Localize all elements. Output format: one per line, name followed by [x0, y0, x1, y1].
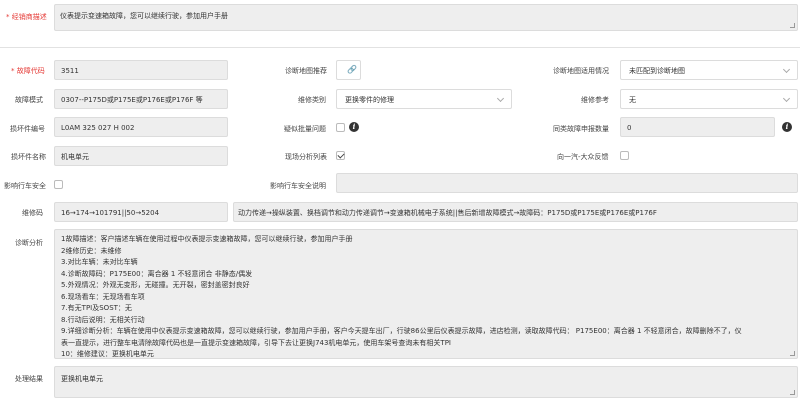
section-divider — [0, 47, 800, 48]
diagnosis-line: 1故障描述：客户描述车辆在使用过程中仪表提示变速箱故障，您可以继续行驶，参加用户… — [61, 235, 353, 243]
safety-desc-field[interactable] — [336, 173, 798, 193]
onsite-analysis-label: 现场分析列表 — [285, 153, 327, 161]
same-fault-count-value: 0 — [627, 124, 632, 132]
safety-desc-label: 影响行车安全说明 — [270, 182, 326, 190]
repair-type-label: 维修类别 — [298, 96, 326, 104]
damaged-part-no-value: L0AM 325 027 H 002 — [61, 124, 135, 132]
onsite-analysis-checkbox[interactable] — [336, 151, 345, 160]
diagnosis-line: 10：维修建议：更换机电单元 — [61, 350, 154, 358]
repair-ref-value: 无 — [629, 96, 636, 104]
fault-code-value: 3511 — [61, 67, 79, 75]
faw-vw-feedback-checkbox[interactable] — [620, 151, 629, 160]
diagnosis-line: 5.外观情况：外观无变形，无碰撞。无开裂，密封盖密封良好 — [61, 281, 250, 289]
result-value: 更换机电单元 — [61, 375, 103, 383]
fault-mode-value: 0307--P175D或P175E或P176E或P176F 等 — [61, 96, 203, 104]
chevron-down-icon — [782, 94, 791, 103]
repair-code-path-value: 动力传递→操纵装置、换档调节和动力传递调节→变速箱机械电子系统||售后新增故障模… — [238, 209, 657, 217]
diagnosis-line: 3.对比车辆：未对比车辆 — [61, 258, 138, 266]
fault-mode-label: 故障模式 — [15, 96, 43, 104]
result-label: 处理结果 — [15, 375, 43, 383]
info-icon[interactable]: i — [349, 122, 359, 132]
repair-code-label: 维修码 — [22, 209, 43, 217]
same-fault-count-label: 同类故障申报数量 — [553, 125, 609, 133]
faw-vw-feedback-label: 向一汽-大众反馈 — [557, 153, 609, 161]
diagnosis-line: 7.有无TPI及SOST：无 — [61, 304, 132, 312]
damaged-part-no-label: 损坏件编号 — [10, 125, 45, 133]
diagnosis-line: 8.行动后说明：无相关行动 — [61, 315, 145, 324]
repair-ref-select[interactable]: 无 — [620, 89, 798, 109]
fault-code-field[interactable] — [54, 60, 228, 80]
chevron-down-icon — [782, 65, 791, 74]
damaged-part-name-value: 机电单元 — [61, 153, 89, 161]
diag-map-recommend-label: 诊断地图推荐 — [285, 67, 327, 75]
diagnosis-line: 4.诊断故障码：P175E00：离合器 1 不轻意闭合 非静态/偶发 — [61, 269, 253, 278]
diag-map-status-value: 未匹配到诊断地图 — [629, 67, 685, 75]
resize-handle-icon[interactable] — [790, 351, 795, 356]
diagnosis-label: 诊断分析 — [15, 239, 43, 247]
repair-type-select[interactable]: 更换零件的修理 — [336, 89, 512, 109]
diagnosis-line: 6.现场看车：无现场看车项 — [61, 292, 145, 301]
diagnosis-text: 1故障描述：客户描述车辆在使用过程中仪表提示变速箱故障，您可以继续行驶，参加用户… — [61, 234, 742, 361]
damaged-part-name-label: 损坏件名称 — [11, 153, 46, 161]
diag-map-status-label: 诊断地图适用情况 — [553, 67, 609, 75]
safety-impact-checkbox[interactable] — [54, 180, 63, 189]
repair-ref-label: 维修参考 — [581, 96, 609, 104]
result-textarea[interactable] — [54, 366, 798, 398]
info-icon[interactable]: i — [782, 122, 792, 132]
resize-handle-icon[interactable] — [790, 23, 795, 28]
diag-map-link-button[interactable]: 🔗 — [336, 60, 361, 80]
fault-code-label: * 故障代码 — [11, 67, 45, 75]
diagnosis-line: 表一直提示，进行整车电清除故障代码也是一直提示变速箱故障，引导下去让更换J743… — [61, 338, 451, 347]
resize-handle-icon[interactable] — [790, 390, 795, 395]
dealer-desc-value: 仪表提示变速箱故障，您可以继续行驶，参加用户手册 — [60, 12, 228, 20]
same-fault-count-field[interactable] — [620, 117, 775, 137]
chevron-down-icon — [496, 94, 505, 103]
suspected-batch-checkbox[interactable] — [336, 123, 345, 132]
diagnosis-line: 2维修历史：未维修 — [61, 246, 122, 255]
suspected-batch-label: 疑似批量问题 — [284, 125, 326, 133]
repair-type-value: 更换零件的修理 — [345, 96, 394, 104]
diag-map-status-select[interactable]: 未匹配到诊断地图 — [620, 60, 798, 80]
repair-code-value: 16→174→101791||50→5204 — [61, 209, 160, 217]
link-icon: 🔗 — [347, 65, 357, 74]
diagnosis-line: 9.详细诊断分析：车辆在使用中仪表提示变速箱故障，您可以继续行驶，参加用户手册，… — [61, 327, 742, 335]
safety-impact-label: 影响行车安全 — [4, 182, 46, 190]
dealer-desc-label: * 经销商描述 — [6, 13, 47, 21]
